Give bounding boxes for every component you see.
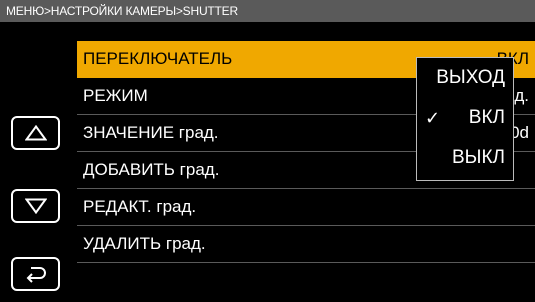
scroll-up-button[interactable]	[11, 116, 60, 150]
back-button[interactable]	[11, 257, 60, 291]
scroll-down-button[interactable]	[11, 189, 60, 223]
menu-item-label: ЗНАЧЕНИЕ град.	[83, 123, 219, 142]
menu-item-label: ДОБАВИТЬ град.	[83, 160, 220, 179]
menu-item-label: РЕЖИМ	[83, 86, 148, 105]
return-arrow-icon	[26, 267, 46, 283]
dropdown-option-on[interactable]: ✓ ВКЛ	[417, 98, 513, 138]
triangle-up-icon	[24, 125, 47, 141]
dropdown-option-exit[interactable]: ВЫХОД	[417, 58, 513, 98]
menu-item-value: д.	[514, 86, 529, 105]
triangle-down-icon	[24, 198, 47, 214]
breadcrumb: МЕНЮ>НАСТРОЙКИ КАМЕРЫ>SHUTTER	[0, 0, 535, 22]
menu-item-edit-deg[interactable]: РЕДАКТ. град.	[77, 189, 535, 226]
dropdown-option-off[interactable]: ВЫКЛ	[417, 138, 513, 178]
menu-item-label: ПЕРЕКЛЮЧАТЕЛЬ	[83, 49, 233, 68]
dropdown-option-label: ВЫКЛ	[451, 147, 505, 168]
checkmark-icon: ✓	[425, 108, 441, 128]
dropdown-option-label: ВЫХОД	[436, 67, 505, 88]
dropdown-option-label: ВКЛ	[468, 107, 505, 128]
switch-dropdown: ВЫХОД ✓ ВКЛ ВЫКЛ	[416, 57, 514, 181]
menu-item-label: УДАЛИТЬ град.	[83, 234, 206, 253]
menu-item-label: РЕДАКТ. град.	[83, 197, 197, 216]
menu-item-delete-deg[interactable]: УДАЛИТЬ град.	[77, 226, 535, 263]
